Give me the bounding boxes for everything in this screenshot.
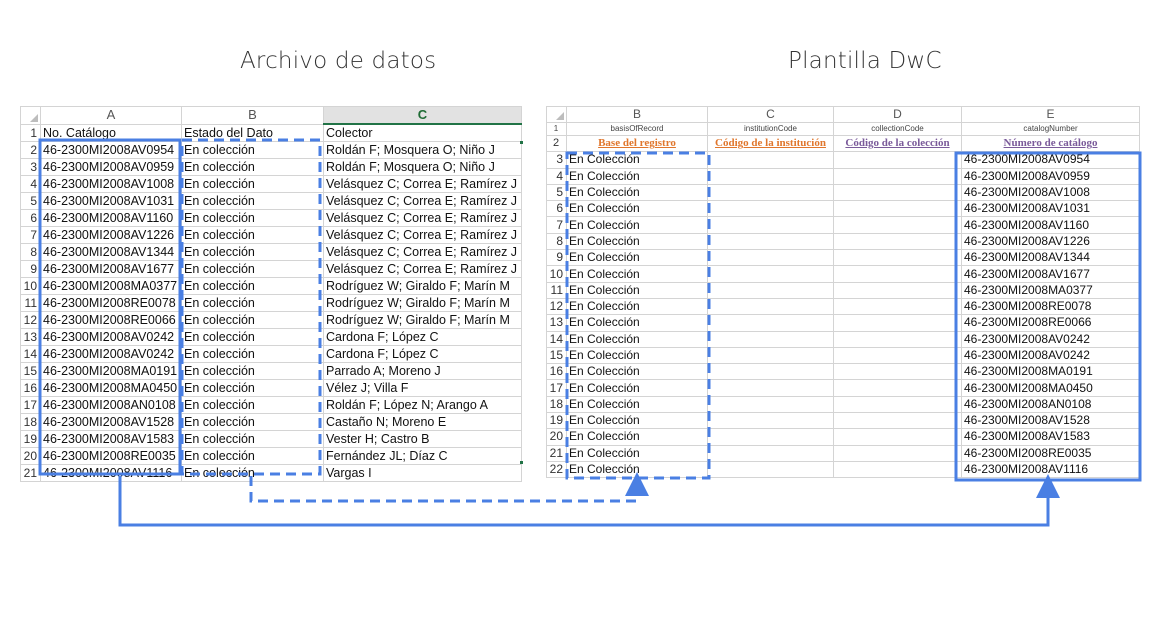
catalog-number-highlight <box>954 151 1142 482</box>
status-to-basis-arrow <box>249 472 649 503</box>
mapping-overlay <box>38 138 1142 527</box>
status-column-highlight <box>180 138 322 476</box>
basis-of-record-highlight <box>565 151 711 480</box>
catalog-column-highlight <box>38 138 182 476</box>
